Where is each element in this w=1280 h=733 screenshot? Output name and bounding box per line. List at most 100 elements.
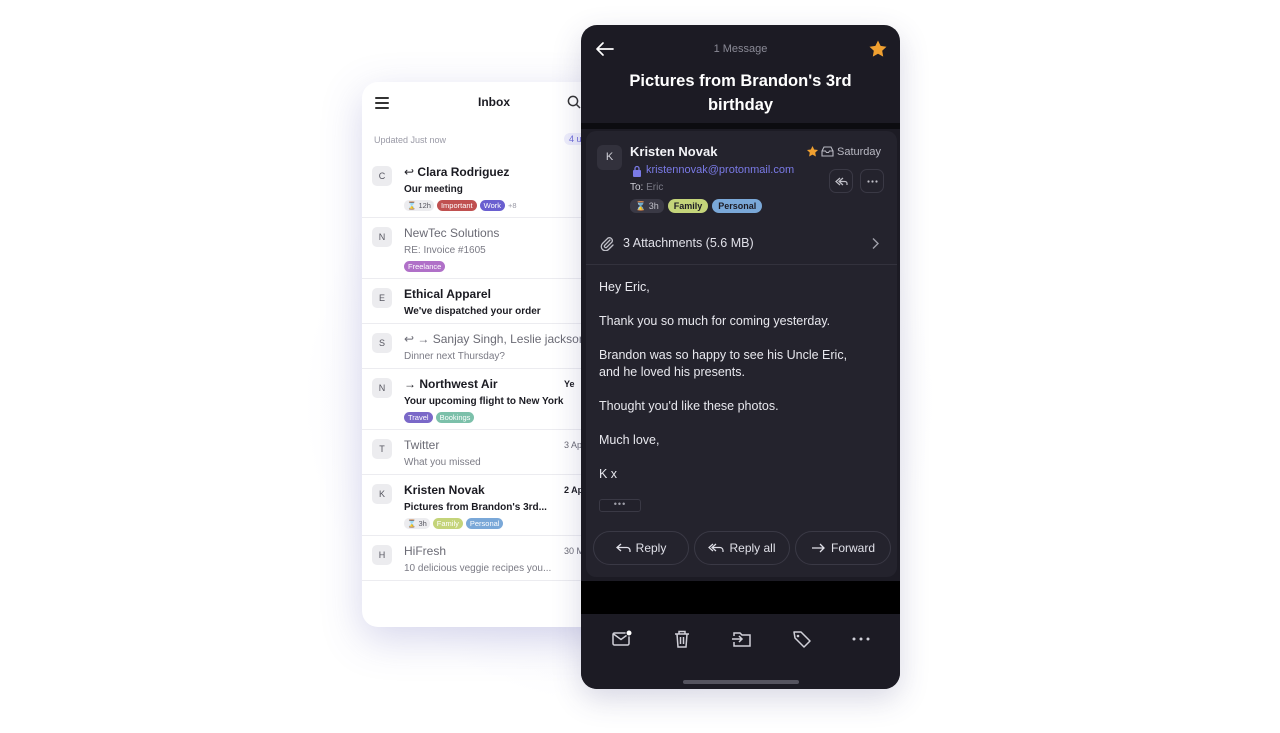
sender-avatar: C bbox=[372, 166, 392, 186]
reply-button[interactable]: Reply bbox=[593, 531, 689, 565]
message-date: Saturday bbox=[837, 146, 882, 158]
mail-label: Family bbox=[432, 517, 463, 529]
message-screen: 1 Message Pictures from Brandon's 3rd bi… bbox=[581, 25, 900, 689]
home-indicator bbox=[683, 680, 799, 684]
mail-sender: ↩ Clara Rodriguez bbox=[404, 165, 602, 182]
body-closing: Much love, bbox=[599, 433, 660, 447]
mail-subject: We've dispatched your order bbox=[404, 306, 541, 317]
mail-list-item[interactable]: K Kristen Novak Pictures from Brandon's 3r… bbox=[362, 475, 602, 536]
expand-quoted-button[interactable]: ••• bbox=[599, 499, 641, 512]
sender-email[interactable]: kristennovak@protonmail.com bbox=[646, 164, 794, 176]
timer-value: 3h bbox=[418, 518, 427, 528]
mail-labels: Travel Bookings bbox=[404, 411, 602, 423]
forward-icon bbox=[811, 543, 825, 553]
updated-status: Updated Just now bbox=[374, 135, 447, 145]
starred-icon bbox=[806, 145, 819, 157]
mark-unread-icon[interactable] bbox=[611, 628, 633, 650]
body-signature: K x bbox=[599, 467, 618, 481]
inbox-header: Inbox bbox=[362, 82, 602, 124]
star-icon[interactable] bbox=[868, 39, 888, 59]
reply-all-button[interactable]: Reply all bbox=[694, 531, 790, 565]
sender-avatar: K bbox=[372, 484, 392, 504]
expiration-timer: ⌛ 12h bbox=[404, 199, 434, 211]
sender-name: NewTec Solutions bbox=[404, 226, 500, 240]
body-greeting: Hey Eric, bbox=[599, 280, 650, 294]
mail-sender: Ethical Apparel bbox=[404, 287, 602, 304]
reply-forward-icon: → bbox=[404, 377, 416, 391]
attachments-row[interactable]: 3 Attachments (5.6 MB) bbox=[586, 223, 897, 265]
inbox-title: Inbox bbox=[478, 95, 510, 109]
expiration-timer: ⌛ 3h bbox=[404, 517, 430, 529]
forward-label: Forward bbox=[830, 541, 875, 555]
sender-name: Sanjay Singh, Leslie jackson bbox=[432, 332, 586, 346]
message-count: 1 Message bbox=[713, 43, 768, 55]
more-options-button[interactable] bbox=[860, 169, 884, 193]
mail-labels: ⌛ 12h Important Work +8 bbox=[404, 199, 602, 211]
body-paragraph: Thought you'd like these photos. bbox=[599, 399, 779, 413]
mail-list: C ↩ Clara Rodriguez Our meeting ⌛ 12h Import… bbox=[362, 157, 602, 581]
label-personal[interactable]: Personal bbox=[712, 199, 763, 213]
timer-value: 12h bbox=[418, 200, 431, 210]
sender-name: Ethical Apparel bbox=[404, 287, 491, 301]
mail-list-item[interactable]: C ↩ Clara Rodriguez Our meeting ⌛ 12h Import… bbox=[362, 157, 602, 218]
sender-name: Clara Rodriguez bbox=[417, 165, 510, 179]
sender-avatar: K bbox=[597, 145, 622, 170]
sender-avatar: N bbox=[372, 378, 392, 398]
mail-subject: Pictures from Brandon's 3rd... bbox=[404, 502, 547, 513]
sender-avatar: H bbox=[372, 545, 392, 565]
reply-forward-icon: ↩ bbox=[404, 165, 415, 179]
sender-name: Twitter bbox=[404, 438, 440, 452]
sender-avatar: N bbox=[372, 227, 392, 247]
mail-list-item[interactable]: H HiFresh 10 delicious veggie recipes you.… bbox=[362, 536, 602, 581]
message-title: Pictures from Brandon's 3rd birthday bbox=[629, 72, 852, 114]
label-icon[interactable] bbox=[791, 628, 813, 650]
mail-subject: Our meeting bbox=[404, 184, 463, 195]
reply-all-icon bbox=[835, 177, 848, 186]
sender-avatar: T bbox=[372, 439, 392, 459]
bottom-spacer bbox=[581, 581, 900, 614]
reply-all-quick-button[interactable] bbox=[829, 169, 853, 193]
recipient[interactable]: Eric bbox=[646, 182, 663, 193]
mail-labels: Freelance bbox=[404, 260, 602, 272]
mail-list-item[interactable]: N → Northwest Air Your upcoming flight to … bbox=[362, 369, 602, 430]
message-card: K Kristen Novak kristennovak@protonmail.… bbox=[586, 131, 897, 577]
mail-list-item[interactable]: T Twitter What you missed 3 Ap bbox=[362, 430, 602, 475]
mail-sender: ↩ → Sanjay Singh, Leslie jackson bbox=[404, 332, 602, 349]
reply-all-label: Reply all bbox=[729, 541, 776, 555]
move-to-folder-icon[interactable] bbox=[731, 628, 753, 650]
search-icon[interactable] bbox=[567, 95, 581, 109]
mail-label: Bookings bbox=[435, 411, 475, 423]
reply-label: Reply bbox=[635, 541, 667, 555]
trash-icon[interactable] bbox=[671, 628, 693, 650]
sender-avatar: E bbox=[372, 288, 392, 308]
reply-forward-icon: ↩ → bbox=[404, 332, 430, 346]
inbox-icon bbox=[821, 146, 834, 157]
mail-label: Work bbox=[479, 199, 506, 211]
mail-list-item[interactable]: N NewTec Solutions RE: Invoice #1605 Freela… bbox=[362, 218, 602, 279]
mail-date: 3 Ap bbox=[564, 440, 583, 450]
sender-name[interactable]: Kristen Novak bbox=[630, 144, 717, 159]
divider bbox=[581, 123, 900, 129]
mail-subject: What you missed bbox=[404, 457, 481, 468]
mail-subject: RE: Invoice #1605 bbox=[404, 245, 486, 256]
lock-icon bbox=[633, 165, 641, 177]
mail-subject: 10 delicious veggie recipes you... bbox=[404, 563, 552, 574]
bottom-toolbar bbox=[581, 614, 900, 689]
label-family[interactable]: Family bbox=[667, 199, 709, 213]
mail-list-item[interactable]: S ↩ → Sanjay Singh, Leslie jackson Dinner … bbox=[362, 324, 602, 369]
mail-labels: ⌛ 3h Family Personal bbox=[404, 517, 602, 529]
forward-button[interactable]: Forward bbox=[795, 531, 891, 565]
more-labels-count: +8 bbox=[508, 200, 517, 210]
more-icon bbox=[867, 180, 878, 183]
inbox-screen: Inbox Updated Just now 4 u C ↩ Clara Rodr… bbox=[362, 82, 602, 627]
paperclip-icon bbox=[600, 237, 614, 251]
timer-value: 3h bbox=[648, 201, 659, 211]
mail-list-item[interactable]: E Ethical Apparel We've dispatched your or… bbox=[362, 279, 602, 324]
expiration-timer: ⌛ 3h bbox=[630, 199, 664, 213]
mail-sender: NewTec Solutions bbox=[404, 226, 602, 243]
more-actions-icon[interactable] bbox=[850, 628, 872, 650]
mail-label: Important bbox=[436, 199, 477, 211]
sender-name: Northwest Air bbox=[419, 377, 498, 391]
message-labels: ⌛ 3h Family Personal bbox=[630, 199, 763, 213]
to-label: To: bbox=[630, 182, 644, 193]
